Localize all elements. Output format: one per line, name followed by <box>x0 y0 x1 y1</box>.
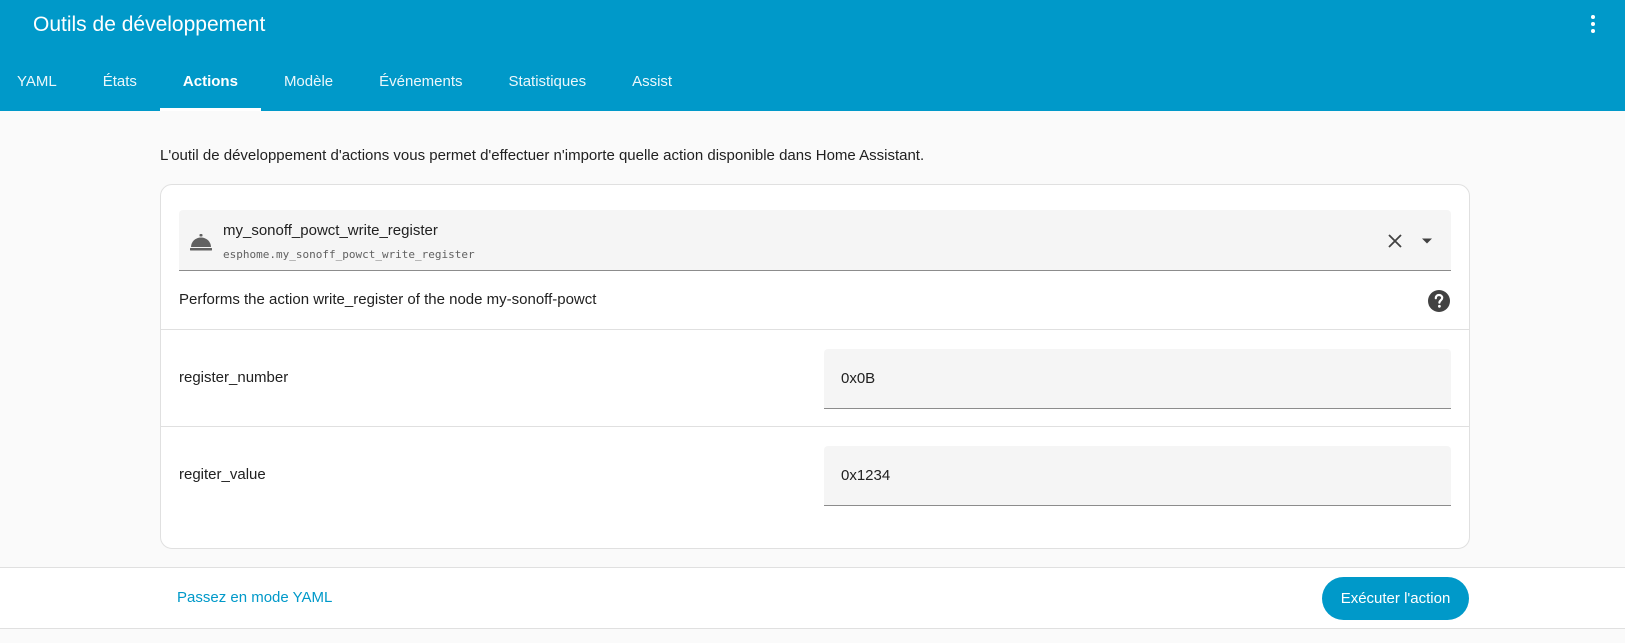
app-header: Outils de développement YAML États Actio… <box>0 0 1625 111</box>
divider <box>161 426 1469 427</box>
dropdown-button[interactable] <box>1415 229 1439 253</box>
page-title: Outils de développement <box>33 13 266 36</box>
clear-button[interactable] <box>1383 229 1407 253</box>
tab-yaml[interactable]: YAML <box>0 63 80 111</box>
action-card: my_sonoff_powct_write_register esphome.m… <box>160 184 1470 549</box>
action-name: my_sonoff_powct_write_register <box>223 222 438 239</box>
close-icon <box>1388 234 1402 248</box>
action-picker[interactable]: my_sonoff_powct_write_register esphome.m… <box>179 210 1451 271</box>
yaml-mode-link[interactable]: Passez en mode YAML <box>177 589 332 606</box>
overflow-menu-button[interactable] <box>1579 10 1607 38</box>
menu-down-icon <box>1422 238 1432 244</box>
tab-actions[interactable]: Actions <box>159 63 261 111</box>
field-label-register-number: register_number <box>179 369 289 386</box>
run-action-button[interactable]: Exécuter l'action <box>1322 577 1469 620</box>
dots-vertical-icon <box>1591 15 1595 33</box>
action-id: esphome.my_sonoff_powct_write_register <box>223 248 475 261</box>
register-number-input[interactable] <box>824 349 1451 409</box>
tab-assist[interactable]: Assist <box>609 63 695 111</box>
action-footer: Passez en mode YAML Exécuter l'action <box>0 567 1625 629</box>
tab-states[interactable]: États <box>80 63 160 111</box>
tab-template[interactable]: Modèle <box>261 63 356 111</box>
register-value-input[interactable] <box>824 446 1451 506</box>
tab-statistics[interactable]: Statistiques <box>486 63 610 111</box>
help-button[interactable] <box>1427 289 1451 313</box>
help-circle-icon <box>1428 290 1450 312</box>
tool-description: L'outil de développement d'actions vous … <box>160 147 925 164</box>
room-service-icon <box>190 234 212 251</box>
action-description: Performs the action write_register of th… <box>179 291 597 308</box>
tab-bar: YAML États Actions Modèle Événements Sta… <box>0 63 695 111</box>
divider <box>161 329 1469 330</box>
tab-events[interactable]: Événements <box>356 63 485 111</box>
field-label-register-value: regiter_value <box>179 466 266 483</box>
